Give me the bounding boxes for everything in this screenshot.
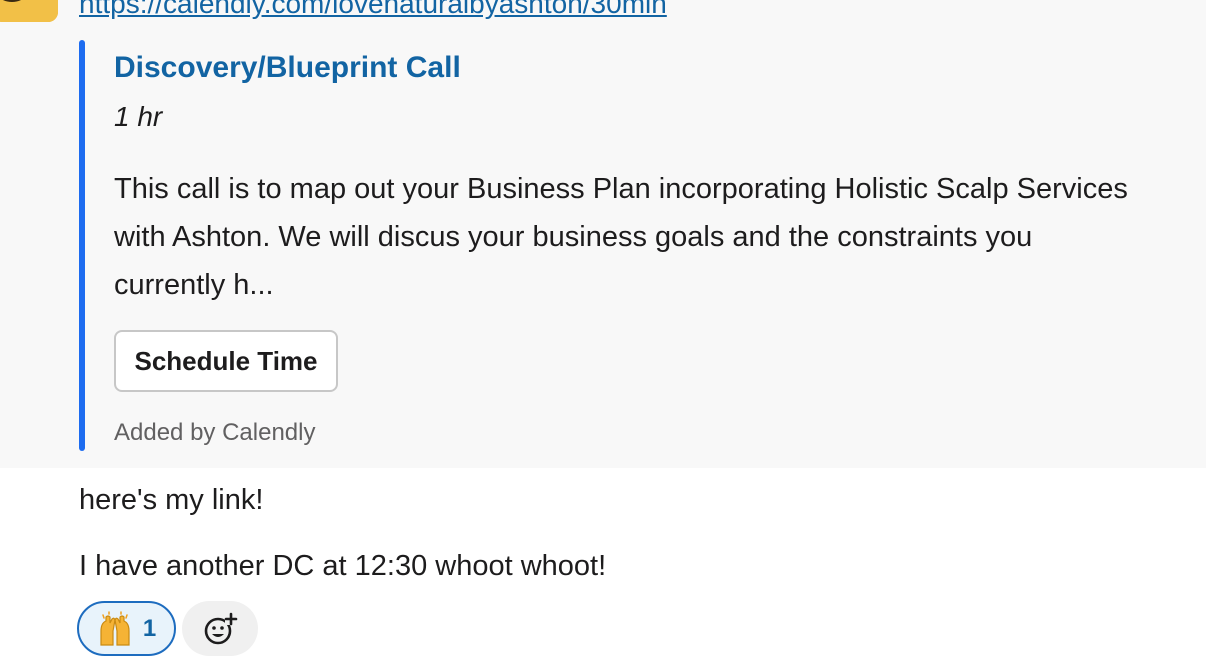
raised-hands-icon: [100, 610, 130, 646]
calendly-link[interactable]: https://calendly.com/lovenaturalbyashton…: [79, 0, 667, 20]
reaction-pill[interactable]: 1: [77, 601, 176, 656]
unfurl-duration: 1 hr: [114, 101, 163, 132]
unfurl-accent-bar: [79, 40, 85, 451]
reaction-count: 1: [142, 614, 157, 642]
emoji-add-icon: [204, 612, 238, 644]
add-reaction-button[interactable]: [182, 601, 258, 656]
unfurl-footer: Added by Calendly: [114, 419, 316, 446]
message-view: https://calendly.com/lovenaturalbyashton…: [0, 0, 1206, 665]
message-text-line: I have another DC at 12:30 whoot whoot!: [79, 550, 607, 582]
unfurl-description: This call is to map out your Business Pl…: [114, 173, 1128, 301]
avatar[interactable]: [0, 0, 58, 22]
unfurl-title[interactable]: Discovery/Blueprint Call: [114, 51, 461, 85]
schedule-time-button[interactable]: Schedule Time: [114, 330, 338, 392]
message-text-line: here's my link!: [79, 484, 264, 516]
